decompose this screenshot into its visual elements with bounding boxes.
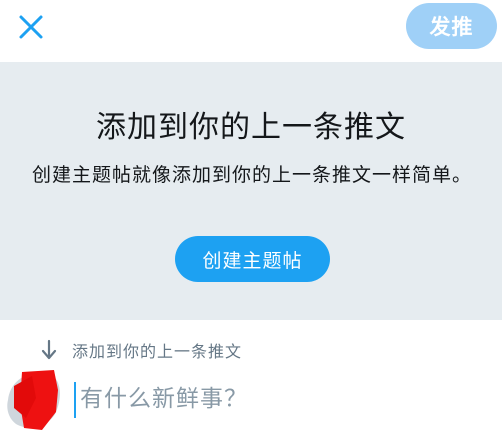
panel-description: 创建主题帖就像添加到你的上一条推文一样简单。	[32, 164, 473, 186]
close-icon[interactable]	[14, 10, 48, 44]
arrow-down-icon	[41, 339, 57, 360]
close-button[interactable]	[14, 10, 48, 44]
reply-context: 添加到你的上一条推文	[40, 336, 242, 364]
text-caret	[74, 382, 76, 418]
add-to-thread-panel: 添加到你的上一条推文 创建主题帖就像添加到你的上一条推文一样简单。 创建主题帖	[0, 62, 502, 320]
create-thread-button[interactable]: 创建主题帖	[175, 236, 330, 282]
tweet-compose-input[interactable]	[80, 376, 480, 422]
panel-title: 添加到你的上一条推文	[96, 110, 406, 145]
compose-area[interactable]	[74, 376, 484, 422]
reply-context-label: 添加到你的上一条推文	[72, 342, 243, 361]
post-tweet-button[interactable]: 发推	[406, 3, 497, 49]
top-bar: 发推	[0, 0, 502, 62]
avatar[interactable]	[6, 368, 62, 430]
